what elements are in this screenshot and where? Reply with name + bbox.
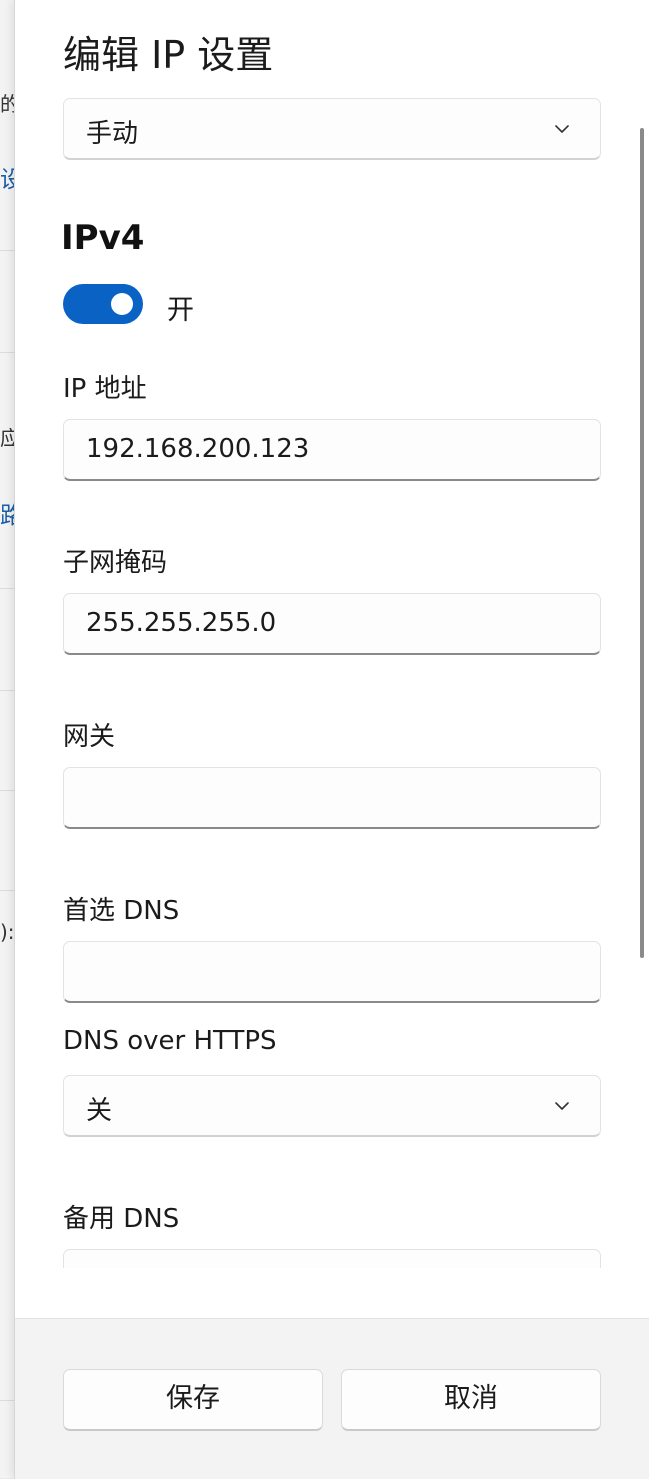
dns-over-https-dropdown[interactable]: 关 <box>63 1075 601 1137</box>
ip-assignment-value: 手动 <box>86 119 139 149</box>
background-text-fragment: ): <box>0 920 14 944</box>
ipv4-section-title: IPv4 <box>61 218 145 258</box>
subnet-mask-value: 255.255.255.0 <box>86 608 277 638</box>
background-divider <box>0 588 14 589</box>
ipv4-toggle-label: 开 <box>167 295 194 326</box>
background-divider <box>0 690 14 691</box>
background-link-fragment[interactable]: 路由 <box>0 496 14 530</box>
dialog-footer: 保存 取消 <box>15 1318 649 1479</box>
background-text-fragment: 的 <box>0 92 14 116</box>
gateway-input[interactable] <box>63 767 601 829</box>
ip-assignment-dropdown[interactable]: 手动 <box>63 98 601 160</box>
background-divider <box>0 790 14 791</box>
dns-over-https-label: DNS over HTTPS <box>63 1026 277 1056</box>
vertical-scrollbar[interactable] <box>640 128 644 958</box>
cancel-button[interactable]: 取消 <box>341 1369 601 1431</box>
chevron-down-icon <box>555 125 569 133</box>
dns-over-https-value: 关 <box>86 1096 113 1126</box>
alternate-dns-label: 备用 DNS <box>63 1204 180 1234</box>
edit-ip-settings-dialog: 编辑 IP 设置 手动 IPv4 开 IP 地址 192.168.200.123… <box>14 0 649 1479</box>
background-divider <box>0 352 14 353</box>
chevron-down-icon <box>555 1102 569 1110</box>
scroll-clip-area <box>15 1268 649 1318</box>
save-button[interactable]: 保存 <box>63 1369 323 1431</box>
background-divider <box>0 1400 14 1401</box>
background-divider <box>0 890 14 891</box>
subnet-mask-label: 子网掩码 <box>63 548 168 578</box>
ip-address-input[interactable]: 192.168.200.123 <box>63 419 601 481</box>
toggle-knob <box>111 293 133 315</box>
ip-address-label: IP 地址 <box>63 374 147 404</box>
gateway-label: 网关 <box>63 722 116 752</box>
background-link-fragment[interactable]: 设置 <box>0 160 14 194</box>
preferred-dns-label: 首选 DNS <box>63 896 180 926</box>
dialog-title: 编辑 IP 设置 <box>63 33 274 77</box>
background-text-fragment: 应 <box>0 426 14 450</box>
preferred-dns-input[interactable] <box>63 941 601 1003</box>
subnet-mask-input[interactable]: 255.255.255.0 <box>63 593 601 655</box>
ipv4-toggle[interactable] <box>63 284 143 324</box>
ip-address-value: 192.168.200.123 <box>86 434 310 464</box>
background-divider <box>0 250 14 251</box>
